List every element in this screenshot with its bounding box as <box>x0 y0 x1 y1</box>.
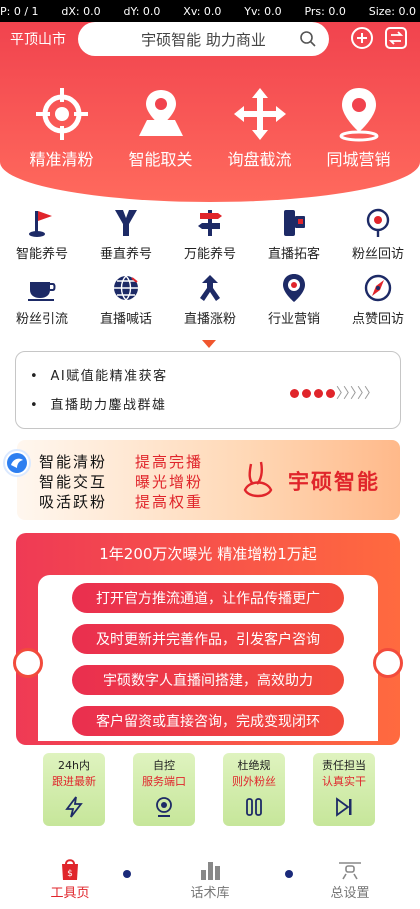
add-icon[interactable] <box>350 26 374 50</box>
fork-arrow-icon <box>200 275 220 301</box>
promo-card: 1年200万次曝光 精准增粉1万起 打开官方推流通道，让作品传播更广 及时更新并… <box>13 533 403 745</box>
quick-action-clean-fans[interactable]: 精准清粉 <box>14 86 110 170</box>
promo-banner[interactable]: 智能清粉 提高完播 智能交互 曝光增粉 吸活跃粉 提高权重 宇硕智能 <box>17 440 400 520</box>
feature-live-acquire[interactable]: 直播拓客 <box>252 207 336 262</box>
feature-label: 智能养号 <box>15 247 68 262</box>
tab-label: 工具页 <box>50 886 90 901</box>
feature-label: 直播喊话 <box>99 312 152 327</box>
compass-icon <box>364 274 392 302</box>
quick-action-label: 智能取关 <box>128 150 193 169</box>
status-xv: Xv: 0.0 <box>183 4 222 18</box>
svg-text:$: $ <box>67 869 73 879</box>
vertical-y-icon <box>115 210 137 236</box>
feature-label: 垂直养号 <box>99 247 152 262</box>
tab-separator-dot <box>285 870 293 878</box>
feature-vertical-account[interactable]: 垂直养号 <box>84 207 168 262</box>
quick-actions: 精准清粉 智能取关 询盘截流 同城营销 <box>0 86 420 170</box>
status-prs: Prs: 0.0 <box>304 4 346 18</box>
notice-card: • AI赋值能精准获客 • 直播助力鏖战群雄 〉〉〉〉〉 <box>15 351 401 429</box>
status-yv: Yv: 0.0 <box>244 4 282 18</box>
switch-icon[interactable] <box>384 26 408 50</box>
tab-settings[interactable]: 总设置 <box>300 856 400 901</box>
quick-action-label: 同城营销 <box>326 150 391 169</box>
feature-fan-revisit[interactable]: 粉丝回访 <box>336 207 420 262</box>
feature-fan-traffic[interactable]: 粉丝引流 <box>0 272 84 327</box>
debug-status-bar: P: 0 / 1 dX: 0.0 dY: 0.0 Xv: 0.0 Yv: 0.0… <box>0 0 420 22</box>
tile-no-violation[interactable]: 杜绝规 则外粉丝 <box>223 753 285 826</box>
shop-bag-icon: $ <box>62 859 78 880</box>
quick-action-unfollow[interactable]: 智能取关 <box>113 86 209 170</box>
quick-action-inquiry[interactable]: 询盘截流 <box>212 86 308 170</box>
floating-assistant-icon[interactable] <box>3 449 31 477</box>
search-icon[interactable] <box>299 30 317 48</box>
lightning-icon <box>65 796 83 818</box>
feature-label: 行业营销 <box>267 312 320 327</box>
feature-label: 直播涨粉 <box>183 312 236 327</box>
pin-icon <box>366 208 390 237</box>
quick-action-local[interactable]: 同城营销 <box>311 86 407 170</box>
globe-icon <box>114 275 138 301</box>
status-dx: dX: 0.0 <box>61 4 101 18</box>
quick-action-label: 询盘截流 <box>227 150 292 169</box>
phone-card-icon <box>284 210 305 236</box>
drone-icon <box>339 862 361 880</box>
webcam-icon <box>156 797 172 817</box>
feature-grid: 智能养号 垂直养号 万能养号 直播拓客 粉丝回访 粉丝引流 直播喊话 直播涨粉 … <box>0 207 420 327</box>
feature-smart-account[interactable]: 智能养号 <box>0 207 84 262</box>
ticket-notch-right <box>373 648 403 678</box>
carousel-indicator: 〉〉〉〉〉 <box>290 383 378 403</box>
feature-industry-marketing[interactable]: 行业营销 <box>252 272 336 327</box>
tile-responsibility[interactable]: 责任担当 认真实干 <box>313 753 375 826</box>
promo-item[interactable]: 宇硕数字人直播间搭建，高效助力 <box>72 665 344 695</box>
status-size: Size: 0.0 <box>368 4 416 18</box>
promo-item[interactable]: 打开官方推流通道，让作品传播更广 <box>72 583 344 613</box>
status-dy: dY: 0.0 <box>123 4 161 18</box>
skip-forward-icon <box>336 797 352 817</box>
feature-live-shout[interactable]: 直播喊话 <box>84 272 168 327</box>
location-icon <box>339 88 378 142</box>
feature-universal-account[interactable]: 万能养号 <box>168 207 252 262</box>
promo-item[interactable]: 及时更新并完善作品，引发客户咨询 <box>72 624 344 654</box>
feature-label: 点赞回访 <box>351 312 404 327</box>
search-text: 宇硕智能 助力商业 <box>141 30 266 49</box>
map-pin-icon <box>138 90 183 136</box>
brand-logo-text: 宇硕智能 <box>288 470 380 494</box>
feature-live-growth[interactable]: 直播涨粉 <box>168 272 252 327</box>
search-input[interactable]: 宇硕智能 助力商业 <box>78 22 329 56</box>
pause-icon <box>246 798 262 816</box>
tile-self-control[interactable]: 自控 服务端口 <box>133 753 195 826</box>
tab-tools[interactable]: $ 工具页 <box>20 856 120 901</box>
tab-label: 总设置 <box>330 886 370 901</box>
status-p: P: 0 / 1 <box>0 4 39 18</box>
promo-item[interactable]: 客户留资或直接咨询，完成变现闭环 <box>72 706 344 736</box>
service-tiles: 24h内 跟进最新 自控 服务端口 杜绝规 则外粉丝 责任担当 认真实干 <box>43 753 375 826</box>
feature-like-revisit[interactable]: 点赞回访 <box>336 272 420 327</box>
flag-icon <box>29 211 52 237</box>
signpost-icon <box>198 210 222 236</box>
crosshair-icon <box>35 88 88 140</box>
tile-fast-follow[interactable]: 24h内 跟进最新 <box>43 753 105 826</box>
feature-label: 粉丝回访 <box>351 247 404 262</box>
bottom-tab-bar: $ 工具页 话术库 总设置 <box>0 848 420 909</box>
coffee-cup-icon <box>28 282 56 301</box>
promo-list: 打开官方推流通道，让作品传播更广 及时更新并完善作品，引发客户咨询 宇硕数字人直… <box>38 575 378 741</box>
tab-label: 话术库 <box>190 886 230 901</box>
move-arrows-icon <box>233 88 286 140</box>
promo-title: 1年200万次曝光 精准增粉1万起 <box>99 545 317 563</box>
quick-action-label: 精准清粉 <box>29 150 94 169</box>
feature-label: 直播拓客 <box>267 247 320 262</box>
city-selector[interactable]: 平顶山市 <box>10 29 74 49</box>
tab-separator-dot <box>123 870 131 878</box>
feature-label: 粉丝引流 <box>15 312 68 327</box>
ticket-notch-left <box>13 648 43 678</box>
tab-scripts[interactable]: 话术库 <box>160 856 260 901</box>
target-pin-icon <box>283 274 305 302</box>
feature-label: 万能养号 <box>183 247 236 262</box>
bar-chart-icon <box>201 862 220 880</box>
rabbit-logo-icon <box>243 461 273 498</box>
expand-caret-icon[interactable] <box>202 340 216 348</box>
